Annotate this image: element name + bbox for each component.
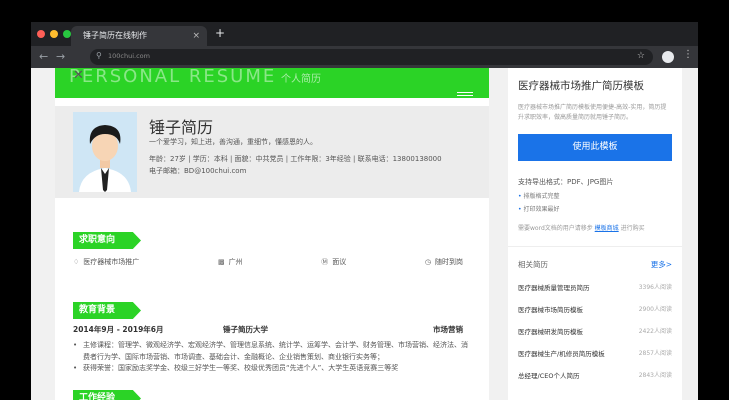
url-input[interactable]: ⚲ 100chui.com ☆ (90, 49, 653, 65)
address-bar: ← → ⚲ 100chui.com ☆ ⋮ (31, 46, 698, 68)
banner-chinese-title: 个人简历 (281, 74, 321, 85)
job-intention-row: ♢ 医疗器械市场推广 ▩ 广州 Ⓜ 面议 ◷ 随时到岗 (73, 257, 463, 267)
list-item[interactable]: 医疗器械研发简历模板 2422人阅读 (518, 326, 672, 336)
job-intention-title: 求职意向 (73, 232, 141, 249)
education-title: 教育背景 (73, 302, 141, 319)
list-item[interactable]: 总经理/CEO个人简历 2843人阅读 (518, 370, 672, 380)
building-icon: ▩ (217, 258, 225, 266)
stop-loading-icon[interactable]: ✕ (73, 68, 84, 83)
tab-title: 锤子简历在线制作 (83, 31, 147, 40)
search-icon: ⚲ (96, 51, 102, 60)
profile-section: 锤子简历 一个爱学习，知上进，善沟通，重细节，懂感恩的人。 年龄：27岁 | 学… (55, 106, 489, 198)
minimize-window-button[interactable] (50, 30, 58, 38)
menu-icon[interactable]: ⋮ (683, 49, 693, 60)
back-button[interactable]: ← (39, 50, 48, 63)
banner-decor-line (457, 95, 473, 96)
resume-banner: PERSONAL RESUME 个人简历 (55, 68, 489, 98)
maximize-window-button[interactable] (63, 30, 71, 38)
template-title: 医疗器械市场推广简历模板 (518, 80, 644, 92)
more-link[interactable]: 更多> (651, 259, 672, 270)
job-city: ▩ 广州 (217, 258, 243, 266)
list-item[interactable]: 医疗器械质量管理员简历 3396人阅读 (518, 282, 672, 292)
list-item: 主修课程：管理学、微观经济学、宏观经济学、管理信息系统、统计学、运筹学、会计学、… (73, 340, 468, 363)
use-template-button[interactable]: 使用此模板 (518, 134, 672, 161)
list-item: 获得荣誉：国家励志奖学金、校级三好学生一等奖、校级优秀团员“先进个人”、大学生英… (73, 363, 468, 375)
window-controls (37, 30, 71, 38)
template-sidebar: 医疗器械市场推广简历模板 医疗器械市场推广简历模板使用便捷-高效-实用，简历提升… (508, 68, 682, 400)
banner-decor-line (457, 92, 473, 93)
education-details: 主修课程：管理学、微观经济学、宏观经济学、管理信息系统、统计学、运筹学、会计学、… (73, 340, 468, 375)
export-feature: 打印效果最好 (518, 204, 672, 213)
education-school: 锤子简历大学 (223, 325, 268, 334)
browser-window: 锤子简历在线制作 × + ← → ⚲ 100chui.com ☆ ⋮ PERSO… (31, 22, 698, 400)
job-position: ♢ 医疗器械市场推广 (73, 258, 140, 266)
profile-avatar[interactable] (662, 51, 674, 63)
resume-preview: PERSONAL RESUME 个人简历 锤子简历 一个爱学习，知上进，善沟通，… (55, 68, 489, 400)
resume-basic-info: 年龄：27岁 | 学历：本科 | 面貌：中共党员 | 工作年限：3年经验 | 联… (149, 155, 442, 163)
education-period: 2014年9月 - 2019年6月 (73, 325, 164, 334)
job-salary: Ⓜ 面议 (321, 258, 347, 266)
export-feature: 排版格式完整 (518, 191, 672, 200)
related-resumes: 相关简历 更多> 医疗器械质量管理员简历 3396人阅读 医疗器械市场简历模板 … (508, 246, 682, 380)
export-format-label: 支持导出格式：PDF、JPG图片 (518, 178, 614, 186)
template-mall-link[interactable]: 模板商城 (595, 225, 619, 232)
money-icon: Ⓜ (321, 258, 329, 266)
job-availability: ◷ 随时到岗 (424, 258, 463, 266)
related-title: 相关简历 (518, 260, 548, 269)
list-item[interactable]: 医疗器械生产/机修员简历模板 2857人阅读 (518, 348, 672, 358)
resume-name: 锤子简历 (149, 118, 214, 137)
template-description: 医疗器械市场推广简历模板使用便捷-高效-实用，简历提升求职效率，做高质量简历就用… (518, 104, 667, 121)
url-text: 100chui.com (108, 52, 150, 60)
close-window-button[interactable] (37, 30, 45, 38)
word-doc-note: 需要word文档的用户请移步 模板商城 进行购买 (518, 225, 645, 232)
tab-resume[interactable]: 锤子简历在线制作 × (71, 26, 207, 46)
tab-close-icon[interactable]: × (192, 26, 200, 46)
forward-button[interactable]: → (56, 50, 65, 63)
avatar-photo (73, 112, 137, 192)
banner-english-title: PERSONAL RESUME (69, 68, 277, 87)
page-content: PERSONAL RESUME 个人简历 锤子简历 一个爱学习，知上进，善沟通，… (31, 68, 698, 400)
trophy-icon: ♢ (73, 258, 80, 266)
education-major: 市场营销 (433, 325, 463, 334)
resume-intro: 一个爱学习，知上进，善沟通，重细节，懂感恩的人。 (149, 138, 317, 146)
list-item[interactable]: 医疗器械市场简历模板 2900人阅读 (518, 304, 672, 314)
work-experience-title: 工作经验 (73, 390, 141, 400)
resume-email: 电子邮箱：BD@100chui.com (149, 167, 247, 175)
bookmark-star-icon[interactable]: ☆ (637, 51, 645, 61)
new-tab-button[interactable]: + (215, 26, 225, 40)
clock-icon: ◷ (424, 258, 431, 266)
tab-bar: 锤子简历在线制作 × + (31, 22, 698, 46)
